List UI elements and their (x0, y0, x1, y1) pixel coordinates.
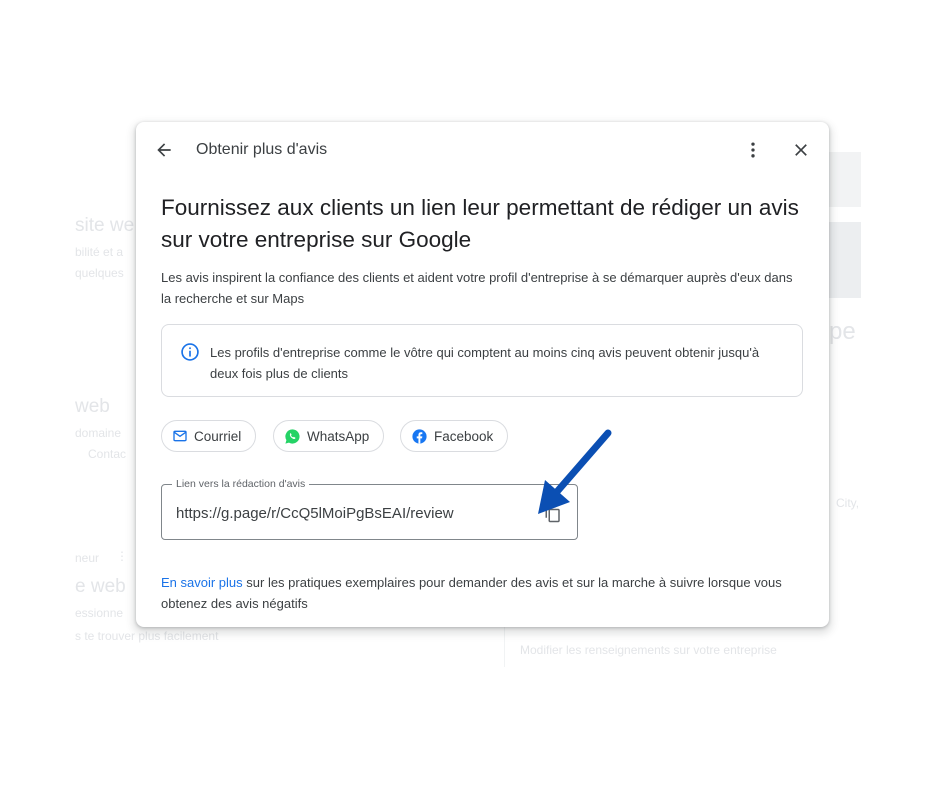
bg-text: pe (829, 318, 856, 345)
facebook-icon (412, 428, 427, 444)
info-text: Les profils d'entreprise comme le vôtre … (210, 345, 760, 381)
review-link-input[interactable] (176, 501, 526, 525)
back-button[interactable] (152, 138, 176, 162)
bg-text: Contac (88, 447, 127, 461)
close-button[interactable] (789, 138, 813, 162)
dialog-description: Les avis inspirent la confiance des clie… (161, 270, 793, 306)
bg-text: City, (836, 496, 860, 510)
arrow-back-icon (157, 143, 171, 157)
more-options-button[interactable] (741, 138, 765, 162)
footer-text: En savoir plus sur les pratiques exempla… (161, 572, 801, 614)
get-reviews-dialog: Obtenir plus d'avis Fournissez aux clien… (136, 122, 829, 627)
email-icon (173, 430, 187, 442)
bg-text: site we (75, 215, 135, 236)
share-whatsapp-label: WhatsApp (307, 428, 370, 444)
bg-text: web (75, 396, 110, 417)
bg-text: e web (75, 576, 126, 597)
share-email-button[interactable]: Courriel (161, 420, 257, 452)
annotation-arrow-icon (538, 429, 612, 514)
share-facebook-button[interactable]: Facebook (400, 420, 509, 452)
learn-more-link[interactable]: En savoir plus (161, 575, 243, 590)
review-link-field: Lien vers la rédaction d'avis (161, 477, 578, 540)
dialog-title: Obtenir plus d'avis (196, 141, 328, 158)
share-whatsapp-button[interactable]: WhatsApp (273, 420, 385, 452)
bg-image (829, 222, 861, 298)
info-box: Les profils d'entreprise comme le vôtre … (161, 324, 803, 397)
bg-divider (504, 627, 505, 667)
bg-text: essionne (75, 606, 124, 620)
bg-text: neur (75, 551, 100, 565)
review-link-label: Lien vers la rédaction d'avis (172, 477, 310, 491)
more-vert-icon (751, 142, 755, 158)
footer-description: sur les pratiques exemplaires pour deman… (161, 575, 782, 611)
share-facebook-label: Facebook (434, 428, 494, 444)
bg-text: quelques (75, 266, 124, 280)
bg-text: Modifier les renseignements sur votre en… (520, 643, 777, 657)
bg-text: bilité et a (75, 245, 124, 259)
dialog-heading: Fournissez aux clients un lien leur perm… (161, 195, 799, 252)
bg-text: s te trouver plus facilement (75, 629, 219, 643)
info-icon (181, 343, 199, 361)
close-icon (795, 144, 807, 156)
bg-image (829, 152, 861, 207)
whatsapp-icon (285, 428, 300, 444)
share-email-label: Courriel (194, 428, 242, 444)
bg-text: domaine (75, 426, 122, 440)
bg-menu-icon: ⋮ (116, 549, 128, 563)
